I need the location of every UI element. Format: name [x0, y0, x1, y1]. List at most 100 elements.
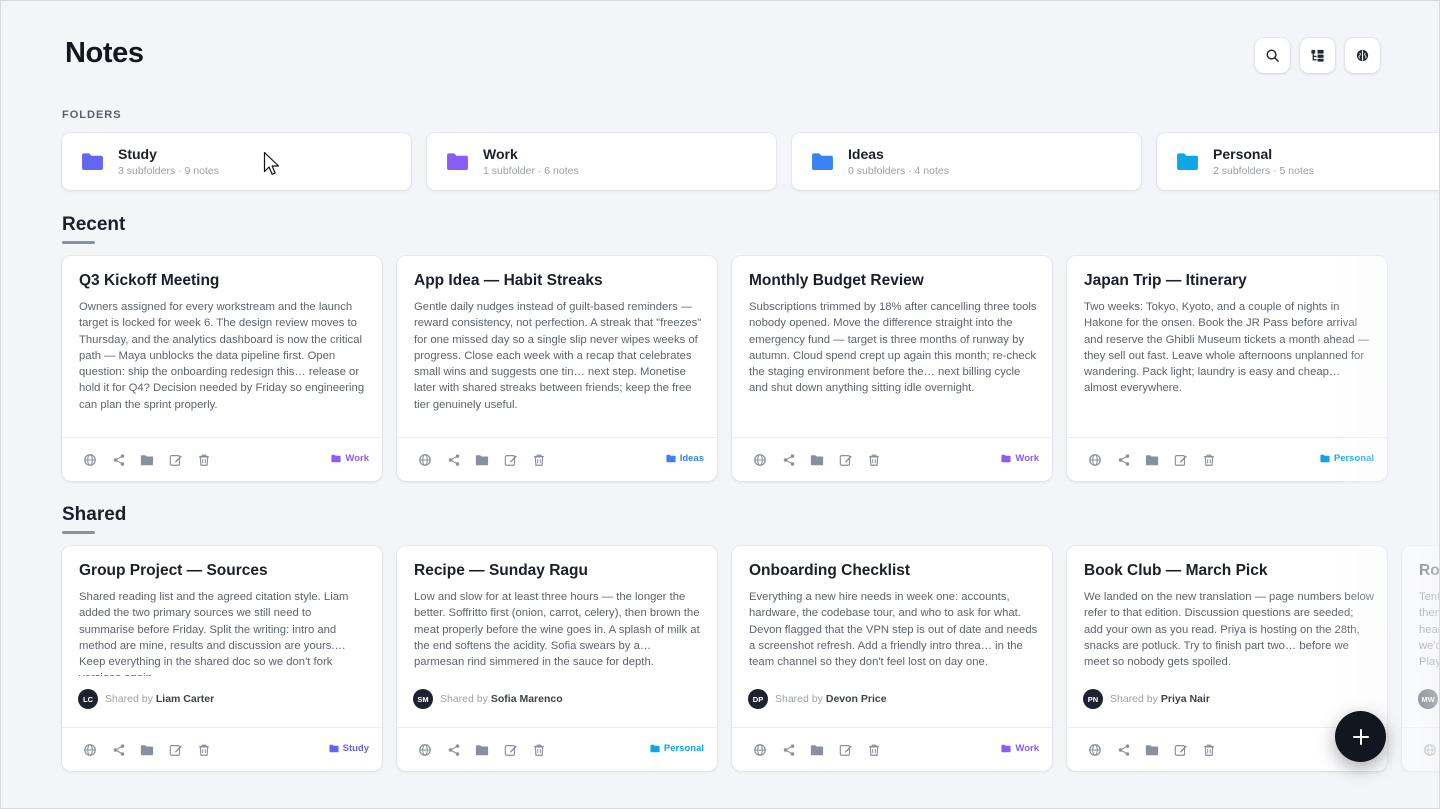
share-button[interactable]: [447, 453, 461, 467]
shared-note-card[interactable]: Group Project — Sources Shared reading l…: [62, 546, 382, 771]
move-to-folder-button[interactable]: [140, 453, 154, 467]
folder-icon: [666, 454, 676, 463]
publish-button[interactable]: [418, 743, 432, 757]
publish-button[interactable]: [1088, 453, 1102, 467]
plus-icon: [1352, 728, 1369, 745]
publish-button[interactable]: [753, 453, 767, 467]
new-note-button[interactable]: [1335, 711, 1386, 762]
folder-card-work[interactable]: Work 1 subfolder · 6 notes: [427, 133, 776, 190]
note-card[interactable]: App Idea — Habit Streaks Gentle daily nu…: [397, 256, 717, 481]
folder-card-study[interactable]: Study 3 subfolders · 9 notes: [62, 133, 411, 190]
publish-button[interactable]: [753, 743, 767, 757]
delete-button[interactable]: [867, 743, 881, 757]
trash-icon: [534, 454, 544, 466]
note-preview: Owners assigned for every workstream and…: [79, 301, 365, 411]
note-preview: Gentle daily nudges instead of guilt-bas…: [414, 301, 702, 411]
edit-button[interactable]: [839, 743, 853, 757]
shared-by: MW: [1418, 689, 1439, 709]
folder-tag[interactable]: Ideas: [666, 453, 704, 464]
note-title: Monthly Budget Review: [749, 272, 924, 289]
note-preview: We landed on the new translation — page …: [1084, 591, 1374, 669]
shared-by-name: Liam Carter: [155, 693, 215, 705]
share-button[interactable]: [1117, 743, 1131, 757]
share-button[interactable]: [112, 453, 126, 467]
tree-view-icon: [1311, 49, 1324, 62]
publish-button[interactable]: [83, 743, 97, 757]
edit-button[interactable]: [169, 453, 183, 467]
folder-icon: [329, 744, 339, 753]
move-to-folder-button[interactable]: [810, 743, 824, 757]
delete-button[interactable]: [1202, 743, 1216, 757]
shared-note-card[interactable]: Recipe — Sunday Ragu Low and slow for at…: [397, 546, 717, 771]
note-preview: Tent, them head we'd Playl: [1419, 591, 1440, 669]
folder-icon: [1320, 454, 1330, 463]
delete-button[interactable]: [197, 453, 211, 467]
shared-by-prefix: Shared by: [1110, 693, 1158, 705]
folder-card-personal[interactable]: Personal 2 subfolders · 5 notes: [1157, 133, 1439, 190]
edit-icon: [839, 744, 852, 756]
theme-icon: [1356, 49, 1369, 62]
folder-tag[interactable]: Personal: [1320, 453, 1374, 464]
delete-button[interactable]: [532, 453, 546, 467]
delete-button[interactable]: [867, 453, 881, 467]
share-button[interactable]: [112, 743, 126, 757]
note-title: Book Club — March Pick: [1084, 562, 1268, 579]
move-to-folder-button[interactable]: [140, 743, 154, 757]
move-to-folder-button[interactable]: [475, 743, 489, 757]
shared-note-card[interactable]: Onboarding Checklist Everything a new hi…: [732, 546, 1052, 771]
shared-by-prefix: Shared by: [775, 693, 823, 705]
folder-tag[interactable]: Personal: [650, 743, 704, 754]
avatar: LC: [78, 689, 98, 709]
note-title: Group Project — Sources: [79, 562, 268, 579]
folder-tag[interactable]: Work: [1001, 453, 1039, 464]
folder-tag-label: Personal: [1333, 453, 1374, 464]
shared-note-card[interactable]: Roa Tent, them head we'd Playl MW: [1402, 546, 1440, 771]
delete-button[interactable]: [197, 743, 211, 757]
note-card[interactable]: Monthly Budget Review Subscriptions trim…: [732, 256, 1052, 481]
share-button[interactable]: [1117, 453, 1131, 467]
move-to-folder-button[interactable]: [1145, 743, 1159, 757]
edit-button[interactable]: [504, 743, 518, 757]
shared-by: PN Shared by Priya Nair: [1083, 689, 1210, 709]
edit-button[interactable]: [1174, 743, 1188, 757]
publish-button[interactable]: [1088, 743, 1102, 757]
edit-button[interactable]: [1174, 453, 1188, 467]
folder-tag-label: Ideas: [679, 453, 704, 464]
publish-button[interactable]: [1423, 743, 1437, 757]
folder-tag[interactable]: Work: [331, 453, 369, 464]
trash-icon: [1204, 744, 1214, 756]
move-to-folder-button[interactable]: [810, 453, 824, 467]
share-icon: [113, 743, 124, 756]
move-to-folder-button[interactable]: [1145, 453, 1159, 467]
share-button[interactable]: [447, 743, 461, 757]
note-card[interactable]: Japan Trip — Itinerary Two weeks: Tokyo,…: [1067, 256, 1387, 481]
tree-view-button[interactable]: [1300, 38, 1335, 73]
edit-button[interactable]: [839, 453, 853, 467]
folder-icon: [331, 454, 341, 463]
move-to-folder-button[interactable]: [475, 453, 489, 467]
note-card[interactable]: Q3 Kickoff Meeting Owners assigned for e…: [62, 256, 382, 481]
folder-card-ideas[interactable]: Ideas 0 subfolders · 4 notes: [792, 133, 1141, 190]
folder-tag[interactable]: Work: [1001, 743, 1039, 754]
delete-button[interactable]: [532, 743, 546, 757]
folder-name: Study: [118, 146, 157, 162]
avatar: MW: [1418, 689, 1438, 709]
publish-button[interactable]: [418, 453, 432, 467]
trash-icon: [869, 454, 879, 466]
notes-page: Notes FOLDERS Study 3 subfolders · 9 not…: [0, 0, 1440, 809]
note-preview: Two weeks: Tokyo, Kyoto, and a couple of…: [1084, 301, 1370, 395]
search-button[interactable]: [1255, 38, 1290, 73]
edit-button[interactable]: [169, 743, 183, 757]
share-button[interactable]: [782, 743, 796, 757]
folder-tag-label: Work: [1015, 743, 1039, 754]
folder-tag[interactable]: Study: [329, 743, 369, 754]
share-button[interactable]: [782, 453, 796, 467]
search-icon: [1266, 49, 1279, 62]
folder-icon: [140, 454, 154, 465]
theme-toggle-button[interactable]: [1345, 38, 1380, 73]
avatar: PN: [1083, 689, 1103, 709]
publish-button[interactable]: [83, 453, 97, 467]
note-title: Q3 Kickoff Meeting: [79, 272, 220, 289]
delete-button[interactable]: [1202, 453, 1216, 467]
edit-button[interactable]: [504, 453, 518, 467]
